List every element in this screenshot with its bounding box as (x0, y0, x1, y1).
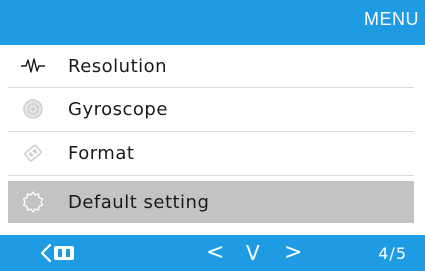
scroll-edge (414, 45, 425, 235)
menu-item-label: Default setting (68, 191, 210, 213)
next-button[interactable]: > (284, 239, 302, 267)
back-button[interactable] (40, 242, 80, 264)
settings-icon (20, 189, 46, 215)
device-screen: MENU Resolution Gyroscope Format Default… (0, 0, 425, 271)
menu-item-label: Resolution (68, 55, 168, 77)
page-title: MENU (364, 9, 419, 29)
footer-bar: < V > 4/5 (0, 235, 425, 271)
menu-item-gyroscope[interactable]: Gyroscope (8, 88, 414, 130)
menu-item-label: Format (68, 142, 135, 164)
prev-button[interactable]: < (206, 239, 224, 267)
gyroscope-icon (20, 96, 46, 122)
menu-item-resolution[interactable]: Resolution (8, 45, 414, 87)
menu-item-format[interactable]: Format (8, 132, 414, 174)
down-button[interactable]: V (246, 239, 260, 267)
menu-item-label: Gyroscope (68, 98, 168, 120)
format-icon (20, 140, 46, 166)
page-indicator: 4/5 (378, 244, 407, 263)
menu-item-default-setting[interactable]: Default setting (8, 181, 414, 223)
waveform-icon (20, 53, 46, 79)
divider (8, 175, 414, 176)
back-icon (40, 243, 80, 268)
header-bar: MENU (0, 0, 425, 45)
menu-list: Resolution Gyroscope Format Default sett… (8, 45, 414, 235)
